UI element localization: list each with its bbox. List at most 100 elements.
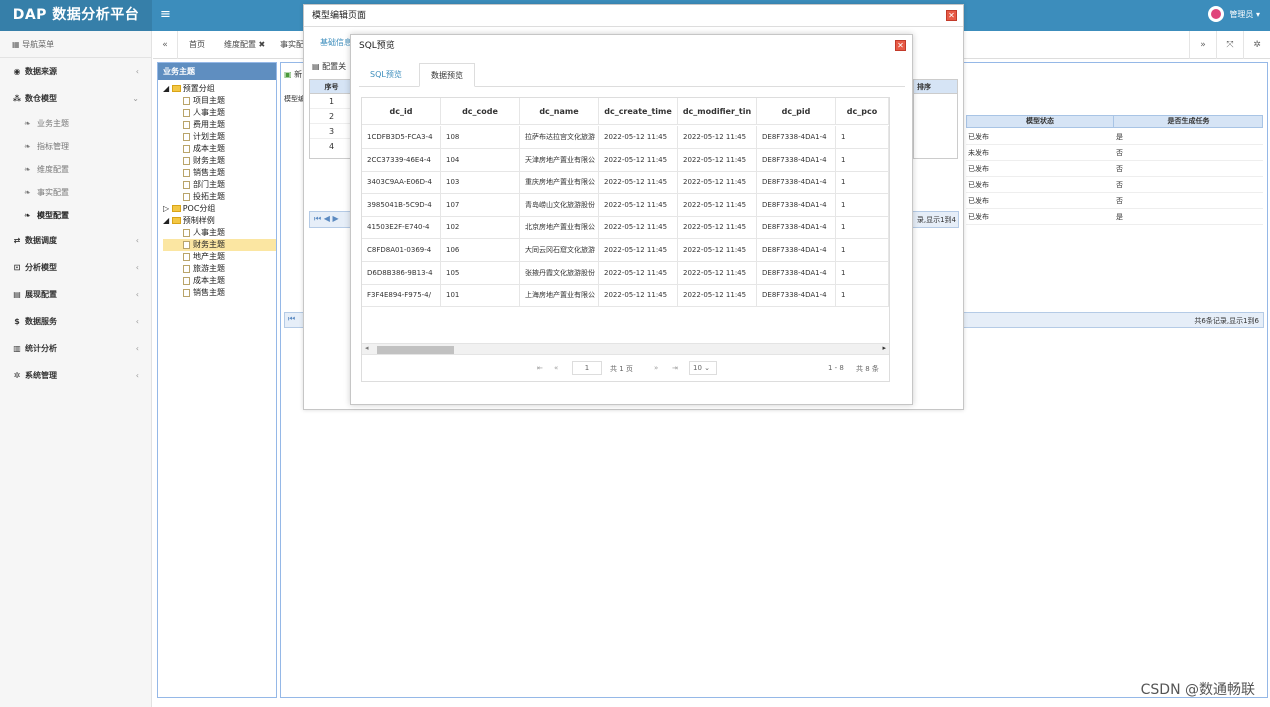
table-row[interactable]: 已发布 否 xyxy=(966,193,1263,209)
table-row[interactable]: 已发布 是 xyxy=(966,129,1263,145)
tree-group-preset[interactable]: ◢ 预置分组 xyxy=(163,83,276,95)
seq-cell: 3 xyxy=(310,124,353,139)
table-row[interactable]: 已发布 否 xyxy=(966,161,1263,177)
tree-node[interactable]: 人事主题 xyxy=(163,227,276,239)
sidebar-subitem-fact-config[interactable]: ❧ 事实配置 xyxy=(0,181,151,204)
seq-table: 序号 1 2 3 4 xyxy=(309,79,354,159)
table-row[interactable]: 2CC37339-46E4-4 104 天津房地产置业有限公 2022-05-12 1… xyxy=(362,148,889,172)
table-cell: 1 xyxy=(836,261,889,284)
tab-scroll-left-icon[interactable]: « xyxy=(153,31,178,59)
tree-node[interactable]: 销售主题 xyxy=(163,167,276,179)
tree-node-selected[interactable]: 财务主题 xyxy=(163,239,276,251)
tab-dimension-config[interactable]: 维度配置 ✖ xyxy=(216,31,273,59)
table-row[interactable]: C8FD8A01-0369-4 106 大同云冈石窟文化旅游 2022-05-12 1… xyxy=(362,239,889,262)
table-row[interactable]: 3985041B-5C9D-4 107 青岛崂山文化旅游股份 2022-05-12 1… xyxy=(362,193,889,217)
table-cell: DE8F7338-4DA1-4 xyxy=(757,126,836,148)
first-page-icon[interactable]: ⇤ xyxy=(537,364,543,372)
table-cell: 102 xyxy=(441,216,520,239)
table-cell: 2022-05-12 11:45 xyxy=(599,261,678,284)
scroll-left-icon[interactable]: ◂ xyxy=(365,344,369,352)
table-cell: 107 xyxy=(441,193,520,216)
sidebar-item-system[interactable]: ✲ 系统管理 ‹ xyxy=(0,362,151,389)
column-header[interactable]: dc_code xyxy=(441,98,520,124)
table-cell: 重庆房地产置业有限公 xyxy=(520,171,599,194)
sidebar-item-display-config[interactable]: ▤ 展现配置 ‹ xyxy=(0,281,151,308)
app-brand[interactable]: DAP 数据分析平台 xyxy=(0,0,152,31)
grid-icon: ▦ xyxy=(12,40,20,49)
last-page-icon[interactable]: ⇥ xyxy=(672,364,678,372)
column-header[interactable]: dc_modifier_tin xyxy=(678,98,757,124)
first-page-icon[interactable]: ⏮ xyxy=(288,314,295,324)
table-row[interactable]: 41503E2F-E740-4 102 北京房地产置业有限公 2022-05-12 1… xyxy=(362,216,889,240)
table-cell: 2022-05-12 11:45 xyxy=(599,216,678,239)
table-cell: 104 xyxy=(441,148,520,171)
table-row[interactable]: 已发布 否 xyxy=(966,177,1263,193)
page-number-input[interactable]: 1 xyxy=(572,361,602,375)
horizontal-scrollbar[interactable]: ◂ ▸ xyxy=(362,343,889,355)
scrollbar-thumb[interactable] xyxy=(377,346,454,354)
tree-group-poc[interactable]: ▷ POC分组 xyxy=(163,203,276,215)
sidebar-subitem-business-theme[interactable]: ❧ 业务主题 xyxy=(0,112,151,135)
tab-data-preview[interactable]: 数据预览 xyxy=(419,63,475,87)
column-header[interactable]: dc_pid xyxy=(757,98,836,124)
sidebar-item-data-service[interactable]: $ 数据服务 ‹ xyxy=(0,308,151,335)
tab-home[interactable]: 首页 xyxy=(181,31,213,59)
close-icon[interactable]: ✕ xyxy=(895,40,906,51)
sidebar-item-statistics[interactable]: ▥ 统计分析 ‹ xyxy=(0,335,151,362)
sidebar-subitem-model-config[interactable]: ❧ 模型配置 xyxy=(0,204,151,227)
tree-node[interactable]: 部门主题 xyxy=(163,179,276,191)
sidebar-subitem-metrics[interactable]: ❧ 指标管理 xyxy=(0,135,151,158)
table-row[interactable]: 未发布 否 xyxy=(966,145,1263,161)
tree-node[interactable]: 计划主题 xyxy=(163,131,276,143)
user-name: 管理员 ▾ xyxy=(1229,9,1260,19)
add-icon: ▣ xyxy=(284,70,292,79)
tree-node[interactable]: 地产主题 xyxy=(163,251,276,263)
user-menu[interactable]: 管理员 ▾ xyxy=(1208,6,1260,22)
sidebar-item-analysis-model[interactable]: ⊡ 分析模型 ‹ xyxy=(0,254,151,281)
column-header[interactable]: dc_pco xyxy=(836,98,889,124)
table-row[interactable]: 已发布 是 xyxy=(966,209,1263,225)
sidebar-subitem-dimension-config[interactable]: ❧ 维度配置 xyxy=(0,158,151,181)
tree-node[interactable]: 成本主题 xyxy=(163,143,276,155)
hamburger-icon[interactable]: ≡ xyxy=(160,7,171,22)
tree-node[interactable]: 投拓主题 xyxy=(163,191,276,203)
table-row[interactable]: F3F4E894-F975-4/101 上海房地产置业有限公 2022-05-12 … xyxy=(362,284,889,308)
column-header[interactable]: dc_id xyxy=(362,98,441,124)
tree-node[interactable]: 成本主题 xyxy=(163,275,276,287)
table-cell: 2022-05-12 11:45 xyxy=(678,193,757,216)
close-icon[interactable]: ✕ xyxy=(946,10,957,21)
table-row[interactable]: 1CDFB3D5-FCA3-4 108 拉萨布达拉宫文化旅游 2022-05-12 1… xyxy=(362,126,889,149)
tree-node[interactable]: 财务主题 xyxy=(163,155,276,167)
column-header[interactable]: dc_name xyxy=(520,98,599,124)
tree-group-samples[interactable]: ◢ 预制样例 xyxy=(163,215,276,227)
tree-node[interactable]: 人事主题 xyxy=(163,107,276,119)
tab-scroll-right-icon[interactable]: » xyxy=(1189,31,1216,59)
gear-icon[interactable]: ✲ xyxy=(1243,31,1270,59)
fullscreen-icon[interactable]: ⤧ xyxy=(1216,31,1243,59)
prev-page-icon[interactable]: « xyxy=(554,364,558,372)
tree-node[interactable]: 费用主题 xyxy=(163,119,276,131)
table-row[interactable]: D6D8B386-9B13-4 105 张掖丹霞文化旅游股份 2022-05-12 1… xyxy=(362,261,889,285)
table-cell: DE8F7338-4DA1-4 xyxy=(757,261,836,284)
table-row[interactable]: 3403C9AA-E06D-4 103 重庆房地产置业有限公 2022-05-12 1… xyxy=(362,171,889,195)
tree-node[interactable]: 项目主题 xyxy=(163,95,276,107)
scroll-right-icon[interactable]: ▸ xyxy=(882,344,886,352)
model-status: 未发布 xyxy=(968,149,989,157)
first-page-icon[interactable]: ⏮ ◀ ▶ xyxy=(314,214,339,224)
new-button[interactable]: ▣ 新 xyxy=(284,69,302,80)
sidebar-item-scheduling[interactable]: ⇄ 数据调度 ‹ xyxy=(0,227,151,254)
tree-node[interactable]: 销售主题 xyxy=(163,287,276,299)
tree-node[interactable]: 旅游主题 xyxy=(163,263,276,275)
dialog-title-bar: 模型编辑页面 ✕ xyxy=(304,5,963,27)
tab-basic-info[interactable]: 基础信息 xyxy=(320,37,352,48)
shuffle-icon: ⇄ xyxy=(13,236,21,245)
column-header[interactable]: dc_create_time xyxy=(599,98,678,124)
sidebar-item-warehouse-model[interactable]: ⁂ 数仓模型 ⌄ xyxy=(0,85,151,112)
sidebar-item-data-source[interactable]: ◉ 数据来源 ‹ xyxy=(0,58,151,85)
page-size-select[interactable]: 10 ⌄ xyxy=(689,361,717,375)
file-icon xyxy=(183,288,190,297)
table-cell: 2022-05-12 11:45 xyxy=(599,148,678,171)
next-page-icon[interactable]: » xyxy=(654,364,658,372)
col-model-status: 模型状态 xyxy=(967,116,1114,127)
tab-sql-preview[interactable]: SQL预览 xyxy=(359,63,413,87)
